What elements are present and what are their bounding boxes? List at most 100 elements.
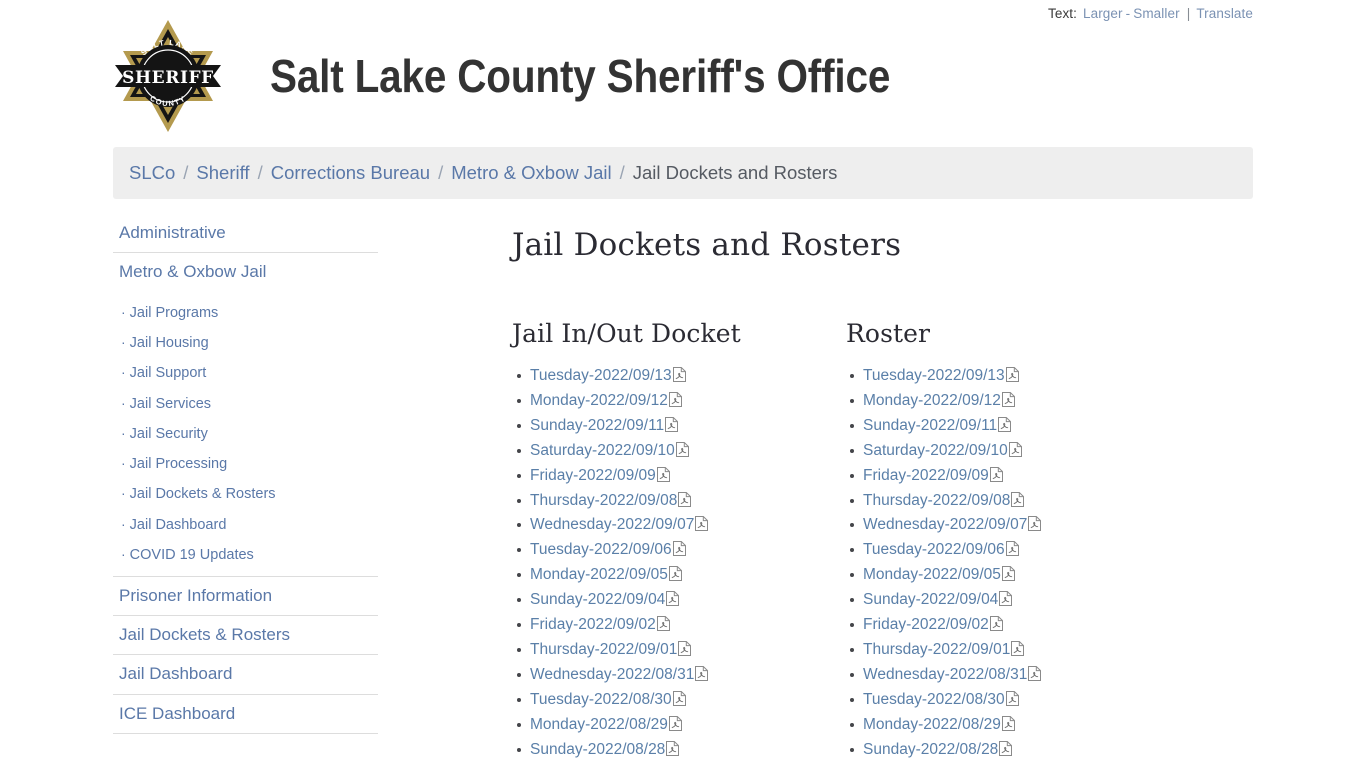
breadcrumb-item-corrections-bureau[interactable]: Corrections Bureau [271,162,430,184]
pdf-document-link[interactable]: Thursday-2022/09/01 [530,641,677,658]
pdf-document-link[interactable]: Friday-2022/09/09 [530,467,656,484]
pdf-document-link[interactable]: Thursday-2022/09/08 [863,492,1010,509]
pdf-file-icon [694,665,709,683]
pdf-file-icon [1010,640,1025,658]
pdf-document-link[interactable]: Wednesday-2022/09/07 [530,516,694,533]
list-item: Friday-2022/09/09 [850,464,1178,489]
sidebar-item-ice-dashboard[interactable]: ICE Dashboard [113,695,378,733]
pdf-document-link[interactable]: Monday-2022/09/05 [863,566,1001,583]
pdf-document-link[interactable]: Monday-2022/09/05 [530,566,668,583]
sheriff-star-badge-icon[interactable]: SALT LAKE COUNTY SHERIFF [115,17,221,135]
bullet-icon: · [121,303,126,320]
sidebar-subitem-label: Jail Services [129,395,212,412]
document-link-list: Tuesday-2022/09/13 Monday-2022/09/12 Sunda… [845,364,1178,763]
sidebar-item-administrative[interactable]: Administrative [113,218,378,252]
sidebar-item-jail-dockets-rosters[interactable]: Jail Dockets & Rosters [113,616,378,654]
pdf-file-icon [1001,715,1015,733]
sidebar-subitem-jail-housing[interactable]: · Jail Housing [113,328,378,358]
pdf-file-icon [1001,391,1015,409]
list-item: Sunday-2022/08/28 [850,738,1178,763]
pdf-document-link[interactable]: Thursday-2022/09/08 [530,492,677,509]
pdf-document-link[interactable]: Wednesday-2022/08/31 [530,666,694,683]
bullet-icon: · [121,485,126,502]
pdf-document-link[interactable]: Friday-2022/09/02 [530,616,656,633]
sidebar-subitem-covid-19-updates[interactable]: · COVID 19 Updates [113,540,378,570]
page-title: Jail Dockets and Rosters [512,227,902,263]
site-header: SALT LAKE COUNTY SHERIFF Salt Lake Count… [113,14,1253,138]
list-item: Saturday-2022/09/10 [850,439,1178,464]
bullet-icon: · [121,424,126,441]
pdf-document-link[interactable]: Friday-2022/09/02 [863,616,989,633]
pdf-document-link[interactable]: Sunday-2022/09/11 [530,417,664,434]
sidebar-item-metro-oxbow-jail[interactable]: Metro & Oxbow Jail [113,253,378,291]
document-column: Roster Tuesday-2022/09/13 Monday-2022/09/1… [845,319,1178,763]
pdf-document-link[interactable]: Tuesday-2022/09/06 [863,541,1005,558]
sidebar-subitem-label: Jail Security [129,425,208,442]
sidebar-subitem-jail-dashboard[interactable]: · Jail Dashboard [113,509,378,539]
pdf-document-link[interactable]: Saturday-2022/09/10 [863,442,1008,459]
sidebar-subitem-jail-security[interactable]: · Jail Security [113,419,378,449]
sidebar-subitem-jail-programs[interactable]: · Jail Programs [113,298,378,328]
list-item: Thursday-2022/09/01 [850,638,1178,663]
pdf-document-link[interactable]: Tuesday-2022/09/13 [530,367,672,384]
list-item: Sunday-2022/09/04 [517,588,845,613]
list-item: Friday-2022/09/09 [517,464,845,489]
list-item: Sunday-2022/09/04 [850,588,1178,613]
list-item: Tuesday-2022/09/06 [517,538,845,563]
pdf-file-icon [998,591,1013,608]
pdf-document-link[interactable]: Sunday-2022/08/28 [530,741,665,758]
pdf-document-link[interactable]: Tuesday-2022/08/30 [863,691,1005,708]
pdf-file-icon [656,466,670,484]
bullet-icon: · [121,515,126,532]
pdf-document-link[interactable]: Wednesday-2022/08/31 [863,666,1027,683]
pdf-document-link[interactable]: Sunday-2022/09/04 [863,591,998,608]
pdf-document-link[interactable]: Sunday-2022/08/28 [863,741,998,758]
sidebar-subitem-jail-support[interactable]: · Jail Support [113,358,378,388]
site-title: Salt Lake County Sheriff's Office [270,50,891,102]
sidebar-divider [113,732,378,734]
sidebar-navigation: Administrative Metro & Oxbow Jail · Jail … [113,218,378,734]
pdf-file-icon [675,441,689,459]
pdf-document-link[interactable]: Monday-2022/08/29 [863,716,1001,733]
pdf-document-link[interactable]: Monday-2022/09/12 [863,392,1001,409]
pdf-document-link[interactable]: Monday-2022/08/29 [530,716,668,733]
pdf-file-icon [668,566,682,583]
document-column: Jail In/Out Docket Tuesday-2022/09/13 Mond… [512,319,845,763]
breadcrumb-item-slco[interactable]: SLCo [129,162,175,184]
sidebar-item-prisoner-information[interactable]: Prisoner Information [113,577,378,615]
pdf-document-link[interactable]: Saturday-2022/09/10 [530,442,675,459]
pdf-document-link[interactable]: Friday-2022/09/09 [863,467,989,484]
sidebar-subitem-label: Jail Support [129,365,207,382]
breadcrumb-separator: / [257,162,263,183]
sidebar-item-jail-dashboard[interactable]: Jail Dashboard [113,655,378,693]
pdf-document-link[interactable]: Tuesday-2022/08/30 [530,691,672,708]
list-item: Tuesday-2022/09/13 [517,364,845,389]
list-item: Friday-2022/09/02 [850,613,1178,638]
pdf-document-link[interactable]: Thursday-2022/09/01 [863,641,1010,658]
pdf-file-icon [668,715,682,733]
sidebar-subitem-jail-services[interactable]: · Jail Services [113,388,378,418]
pdf-document-link[interactable]: Sunday-2022/09/04 [530,591,665,608]
breadcrumb-item-metro-oxbow-jail[interactable]: Metro & Oxbow Jail [451,162,611,184]
list-item: Wednesday-2022/08/31 [517,663,845,688]
pdf-document-link[interactable]: Sunday-2022/09/11 [863,417,997,434]
bullet-icon: · [121,455,126,472]
pdf-document-link[interactable]: Wednesday-2022/09/07 [863,516,1027,533]
sidebar-subitem-label: Jail Housing [129,335,209,352]
list-item: Sunday-2022/09/11 [850,414,1178,439]
column-heading: Roster [846,319,931,348]
sidebar-subitem-jail-dockets-rosters[interactable]: · Jail Dockets & Rosters [113,479,378,509]
breadcrumb-item-sheriff[interactable]: Sheriff [196,162,249,184]
list-item: Wednesday-2022/08/31 [850,663,1178,688]
sidebar-subitem-label: Jail Processing [129,456,228,473]
list-item: Monday-2022/09/12 [850,389,1178,414]
list-item: Tuesday-2022/09/13 [850,364,1178,389]
pdf-document-link[interactable]: Tuesday-2022/09/06 [530,541,672,558]
breadcrumb-separator: / [619,162,625,183]
sidebar-subitem-jail-processing[interactable]: · Jail Processing [113,449,378,479]
pdf-file-icon [989,466,1003,484]
list-item: Tuesday-2022/08/30 [850,688,1178,713]
pdf-document-link[interactable]: Tuesday-2022/09/13 [863,367,1005,384]
pdf-document-link[interactable]: Monday-2022/09/12 [530,392,668,409]
list-item: Friday-2022/09/02 [517,613,845,638]
